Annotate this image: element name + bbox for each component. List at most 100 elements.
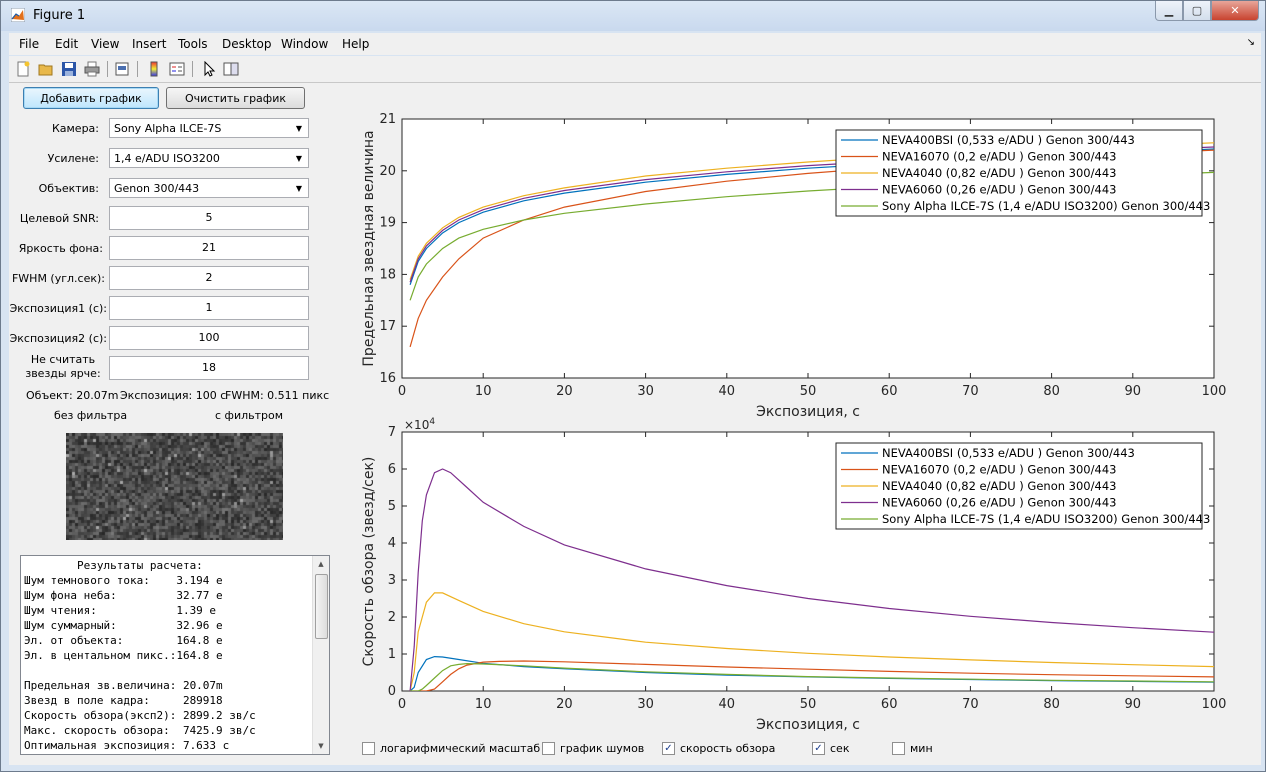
results-textbox[interactable]: Результаты расчета: Шум темнового тока: … (20, 555, 330, 755)
clear-chart-button[interactable]: Очистить график (166, 87, 305, 109)
menu-file[interactable]: File (19, 37, 39, 51)
menu-edit[interactable]: Edit (55, 37, 78, 51)
x-tick-label: 80 (1043, 697, 1060, 712)
check-icon: ✓ (812, 742, 825, 755)
save-icon[interactable] (60, 60, 78, 78)
lens-select[interactable]: Genon 300/443 ▼ (109, 178, 309, 198)
y-multiplier-label: ×104 (404, 417, 435, 432)
log-scale-checkbox[interactable]: логарифмический масштаб (362, 742, 540, 755)
add-chart-button[interactable]: Добавить график (23, 87, 159, 109)
x-tick-label: 30 (637, 697, 654, 712)
minimize-button[interactable]: ▁ (1155, 1, 1183, 21)
open-file-icon[interactable] (37, 60, 55, 78)
object-magnitude-text: Объект: 20.07m (26, 389, 119, 402)
lens-label: Объектив: (38, 182, 99, 195)
new-figure-icon[interactable] (14, 60, 32, 78)
pointer-icon[interactable] (200, 60, 218, 78)
gain-select[interactable]: 1,4 e/ADU ISO3200 ▼ (109, 148, 309, 168)
menu-insert[interactable]: Insert (132, 37, 166, 51)
y-tick-label: 4 (388, 536, 396, 551)
menu-view[interactable]: View (91, 37, 119, 51)
dock-arrow-icon[interactable]: ↘ (1247, 37, 1255, 48)
exposure2-input[interactable]: 100 (109, 326, 309, 350)
legend-icon[interactable] (168, 60, 186, 78)
close-button[interactable]: ✕ (1211, 1, 1259, 21)
menu-window[interactable]: Window (281, 37, 328, 51)
print-preview-icon[interactable] (113, 60, 131, 78)
legend-entry: NEVA400BSI (0,533 e/ADU ) Genon 300/443 (882, 446, 1135, 460)
y-tick-label: 6 (388, 462, 396, 477)
x-tick-label: 100 (1202, 697, 1227, 712)
x-tick-label: 10 (475, 697, 492, 712)
y-tick-label: 1 (388, 647, 396, 662)
property-editor-icon[interactable] (222, 60, 240, 78)
x-tick-label: 70 (962, 384, 979, 399)
menu-tools[interactable]: Tools (178, 37, 208, 51)
snr-input[interactable]: 5 (109, 206, 309, 230)
figure-client-area: Добавить график Очистить график Камера: … (9, 83, 1261, 765)
checkbox-label: скорость обзора (680, 742, 776, 755)
menu-help[interactable]: Help (342, 37, 369, 51)
scroll-up-icon[interactable]: ▲ (313, 556, 329, 572)
x-tick-label: 0 (398, 384, 406, 399)
exposure1-input[interactable]: 1 (109, 296, 309, 320)
window-title: Figure 1 (33, 8, 86, 23)
y-tick-label: 5 (388, 499, 396, 514)
y-tick-label: 21 (379, 112, 396, 127)
checkbox-label: логарифмический масштаб (380, 742, 541, 755)
menu-desktop[interactable]: Desktop (222, 37, 272, 51)
survey-speed-checkbox[interactable]: ✓ скорость обзора (662, 742, 775, 755)
x-tick-label: 80 (1043, 384, 1060, 399)
sky-brightness-input[interactable]: 21 (109, 236, 309, 260)
chevron-down-icon: ▼ (295, 183, 303, 193)
print-icon[interactable] (83, 60, 101, 78)
chart-1: 0 10 20 30 40 50 60 70 80 90 100 16 17 18 19 20 21 Экспоз… (361, 112, 1226, 420)
x-tick-label: 60 (881, 697, 898, 712)
colorbar-icon[interactable] (145, 60, 163, 78)
ignore-bright-label-line2: звезды ярче: (25, 367, 101, 380)
x-tick-label: 0 (398, 697, 406, 712)
camera-select[interactable]: Sony Alpha ILCE-7S ▼ (109, 118, 309, 138)
y-tick-label: 18 (379, 267, 396, 282)
x-tick-label: 50 (800, 384, 817, 399)
gain-value: 1,4 e/ADU ISO3200 (114, 152, 220, 165)
x-tick-label: 10 (475, 384, 492, 399)
exposure2-label: Экспозиция2 (с): (9, 332, 107, 345)
exposure-info-text: Экспозиция: 100 с (120, 389, 227, 402)
noise-plot-checkbox[interactable]: график шумов (542, 742, 644, 755)
ignore-bright-input[interactable]: 18 (109, 356, 309, 380)
gain-label: Усилене: (47, 152, 99, 165)
matlab-icon (11, 8, 25, 22)
minutes-checkbox[interactable]: мин (892, 742, 933, 755)
toolbar-separator (107, 61, 108, 77)
scroll-down-icon[interactable]: ▼ (313, 738, 329, 754)
results-text: Результаты расчета: Шум темнового тока: … (24, 559, 256, 752)
snr-label: Целевой SNR: (19, 212, 99, 225)
x-tick-label: 50 (800, 697, 817, 712)
maximize-button[interactable]: ▢ (1183, 1, 1211, 21)
y-tick-label: 0 (388, 684, 396, 699)
y-tick-label: 3 (388, 573, 396, 588)
seconds-checkbox[interactable]: ✓ сек (812, 742, 849, 755)
lens-value: Genon 300/443 (114, 182, 200, 195)
x-axis-label: Экспозиция, с (756, 717, 860, 733)
legend-entry: Sony Alpha ILCE-7S (1,4 e/ADU ISO3200) G… (882, 199, 1210, 213)
with-filter-label: с фильтром (215, 409, 284, 422)
results-scrollbar[interactable]: ▲ ▼ (312, 556, 329, 754)
title-bar[interactable]: Figure 1 ▁ ▢ ✕ (1, 1, 1265, 31)
x-tick-label: 40 (719, 697, 736, 712)
fwhm-info-text: FWHM: 0.511 пикс (225, 389, 330, 402)
toolbar-separator (192, 61, 193, 77)
fwhm-input[interactable]: 2 (109, 266, 309, 290)
y-tick-label: 7 (388, 425, 396, 440)
legend-entry: NEVA4040 (0,82 e/ADU ) Genon 300/443 (882, 166, 1116, 180)
checkbox-label: сек (830, 742, 850, 755)
camera-value: Sony Alpha ILCE-7S (114, 122, 222, 135)
toolbar-separator (137, 61, 138, 77)
x-tick-label: 70 (962, 697, 979, 712)
checkbox-box (892, 742, 905, 755)
scroll-thumb[interactable] (315, 574, 328, 639)
x-tick-label: 90 (1125, 697, 1142, 712)
exposure1-label: Экспозиция1 (с): (9, 302, 107, 315)
y-tick-label: 2 (388, 610, 396, 625)
